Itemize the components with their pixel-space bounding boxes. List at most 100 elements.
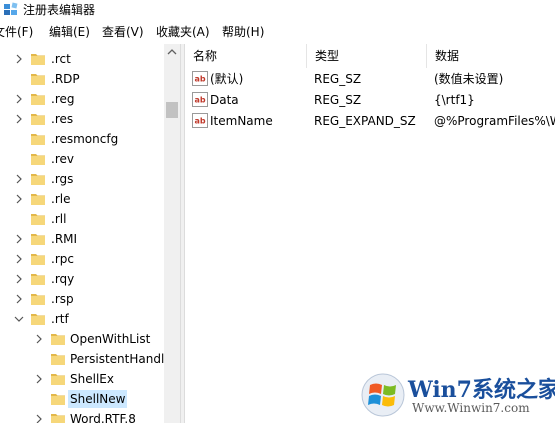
- tree-item-label: .rqy: [51, 272, 75, 286]
- scroll-thumb[interactable]: [166, 102, 178, 118]
- tree-item-label: ShellEx: [70, 372, 114, 386]
- tree-item-label: .resmoncfg: [51, 132, 119, 146]
- string-value-icon: ab: [192, 113, 208, 128]
- tree-item-label: .RDP: [51, 72, 80, 86]
- tree-item[interactable]: .reg: [0, 89, 164, 109]
- folder-icon: [31, 174, 45, 185]
- tree-item[interactable]: .rtf: [0, 309, 164, 329]
- folder-icon: [51, 394, 65, 405]
- window-title: 注册表编辑器: [23, 3, 96, 17]
- folder-icon: [31, 274, 45, 285]
- tree-item[interactable]: .rle: [0, 189, 164, 209]
- folder-icon: [51, 374, 65, 385]
- chevron-right-icon[interactable]: [14, 89, 24, 109]
- tree-item-label: .rll: [51, 212, 67, 226]
- folder-icon: [31, 154, 45, 165]
- title-bar: 注册表编辑器: [0, 0, 555, 20]
- chevron-right-icon[interactable]: [14, 109, 24, 129]
- tree-item[interactable]: Word.RTF.8: [0, 409, 164, 423]
- value-name: Data: [210, 93, 239, 107]
- tree-item-label: ShellNew: [68, 390, 128, 408]
- folder-icon: [31, 114, 45, 125]
- tree-item[interactable]: .rsp: [0, 289, 164, 309]
- folder-icon: [31, 74, 45, 85]
- tree-item-label: .rev: [51, 152, 74, 166]
- chevron-down-icon[interactable]: [14, 309, 24, 329]
- folder-icon: [31, 54, 45, 65]
- tree-item-label: .rsp: [51, 292, 74, 306]
- value-type: REG_SZ: [314, 72, 362, 86]
- svg-text:ab: ab: [194, 117, 205, 126]
- win7-watermark-logo: Win7系统之家 Www.Winwin7.com: [356, 368, 555, 423]
- value-row[interactable]: ab Data REG_SZ {\rtf1}: [185, 90, 555, 111]
- tree-item-label: .rtf: [51, 312, 69, 326]
- tree-item-label: .rle: [51, 192, 71, 206]
- column-header-type[interactable]: 类型: [307, 44, 427, 68]
- value-type: REG_SZ: [314, 93, 362, 107]
- chevron-right-icon[interactable]: [14, 189, 24, 209]
- tree-item[interactable]: ShellNew: [0, 389, 164, 409]
- chevron-right-icon[interactable]: [34, 409, 44, 423]
- tree-item[interactable]: .rll: [0, 209, 164, 229]
- value-name: (默认): [210, 72, 244, 86]
- chevron-right-icon[interactable]: [14, 169, 24, 189]
- folder-icon: [51, 334, 65, 345]
- value-data: (数值未设置): [434, 72, 504, 86]
- watermark-brand: Win7系统之家: [408, 377, 555, 403]
- chevron-right-icon[interactable]: [14, 229, 24, 249]
- menu-help[interactable]: 帮助(H): [222, 25, 264, 40]
- menu-file[interactable]: 文件(F): [0, 25, 33, 40]
- key-tree-pane[interactable]: .rct .RDP .reg .res .resmoncfg .rev .rgs .rle .r…: [0, 44, 180, 423]
- value-data: {\rtf1}: [434, 93, 475, 107]
- tree-item[interactable]: .resmoncfg: [0, 129, 164, 149]
- list-header: 名称 类型 数据: [185, 44, 555, 68]
- chevron-right-icon[interactable]: [14, 289, 24, 309]
- value-name: ItemName: [210, 114, 273, 128]
- string-value-icon: ab: [192, 92, 208, 107]
- tree-item-label: .rpc: [51, 252, 74, 266]
- tree-item[interactable]: .res: [0, 109, 164, 129]
- menu-edit[interactable]: 编辑(E): [49, 25, 90, 40]
- menu-bar: 文件(F) 编辑(E) 查看(V) 收藏夹(A) 帮助(H): [0, 22, 555, 42]
- string-value-icon: ab: [192, 71, 208, 86]
- tree-item[interactable]: .rev: [0, 149, 164, 169]
- tree-item[interactable]: PersistentHandler: [0, 349, 177, 369]
- tree-item-label: .rct: [51, 52, 71, 66]
- watermark-url: Www.Winwin7.com: [412, 401, 530, 415]
- value-list-pane[interactable]: 名称 类型 数据 ab (默认) REG_SZ (数值未设置) ab Data REG_SZ…: [185, 44, 555, 423]
- folder-icon: [51, 414, 65, 423]
- svg-text:ab: ab: [194, 96, 205, 105]
- column-header-name[interactable]: 名称: [185, 44, 307, 68]
- tree-item[interactable]: ShellEx: [0, 369, 164, 389]
- chevron-right-icon[interactable]: [14, 249, 24, 269]
- tree-item-label: .res: [51, 112, 74, 126]
- folder-icon: [31, 254, 45, 265]
- chevron-right-icon[interactable]: [34, 369, 44, 389]
- tree-item-label: .RMI: [51, 232, 78, 246]
- folder-icon: [31, 234, 45, 245]
- tree-item[interactable]: .rqy: [0, 269, 164, 289]
- value-row[interactable]: ab (默认) REG_SZ (数值未设置): [185, 69, 555, 90]
- tree-item[interactable]: .rpc: [0, 249, 164, 269]
- svg-text:ab: ab: [194, 75, 205, 84]
- chevron-right-icon[interactable]: [34, 329, 44, 349]
- menu-view[interactable]: 查看(V): [102, 25, 144, 40]
- column-header-data[interactable]: 数据: [427, 44, 555, 68]
- value-data: @%ProgramFiles%\W: [434, 114, 555, 128]
- folder-icon: [31, 194, 45, 205]
- tree-item[interactable]: .RDP: [0, 69, 164, 89]
- chevron-right-icon[interactable]: [14, 49, 24, 69]
- scroll-up-arrow-icon[interactable]: [164, 44, 180, 61]
- tree-item[interactable]: .rgs: [0, 169, 164, 189]
- tree-vertical-scrollbar[interactable]: [164, 44, 180, 423]
- value-type: REG_EXPAND_SZ: [314, 114, 416, 128]
- tree-item-label: OpenWithList: [70, 332, 151, 346]
- tree-item[interactable]: .rct: [0, 49, 164, 69]
- tree-item[interactable]: .RMI: [0, 229, 164, 249]
- value-row[interactable]: ab ItemName REG_EXPAND_SZ @%ProgramFiles%\W: [185, 111, 555, 132]
- menu-favorites[interactable]: 收藏夹(A): [156, 25, 210, 40]
- chevron-right-icon[interactable]: [14, 269, 24, 289]
- windows-flag-icon: [361, 373, 405, 417]
- folder-icon: [31, 134, 45, 145]
- tree-item[interactable]: OpenWithList: [0, 329, 164, 349]
